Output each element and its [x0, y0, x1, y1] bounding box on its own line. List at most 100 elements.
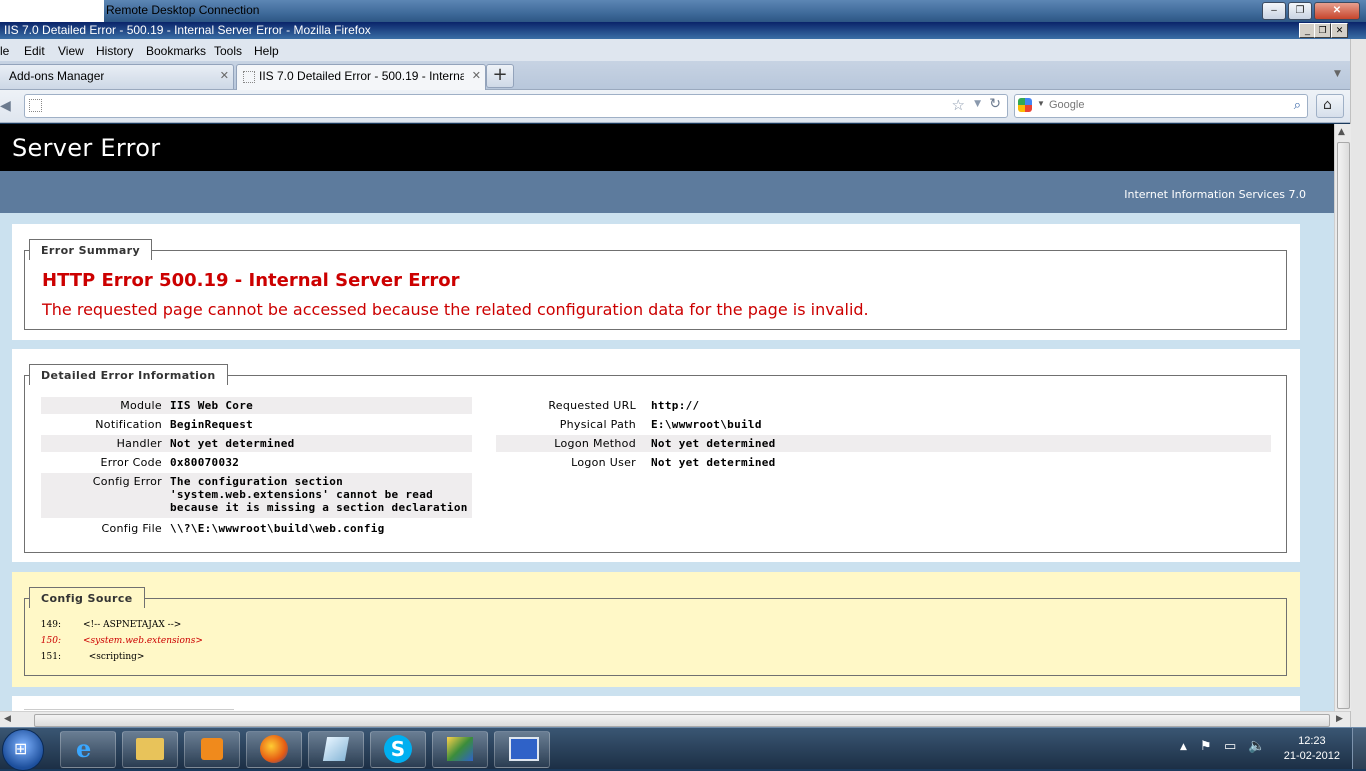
detailed-error-legend: Detailed Error Information	[29, 364, 228, 386]
menu-help[interactable]: Help	[254, 44, 279, 58]
bookmark-star-icon[interactable]: ☆	[952, 96, 965, 114]
vertical-scroll-thumb[interactable]	[1337, 142, 1350, 709]
site-identity-icon[interactable]	[29, 99, 42, 112]
volume-icon[interactable]: 🔈	[1248, 738, 1265, 754]
taskbar-skype[interactable]: S	[370, 731, 426, 768]
taskbar-network-app[interactable]	[432, 731, 488, 768]
scroll-right-icon[interactable]: ▶	[1336, 714, 1343, 724]
tab-label: IIS 7.0 Detailed Error - 500.19 - Intern…	[259, 69, 464, 83]
line-code: <system.web.extensions>	[83, 636, 203, 646]
rdp-minimize-button[interactable]: –	[1262, 2, 1286, 20]
config-source-panel: Config Source 149: <!-- ASPNETAJAX --> 1…	[12, 572, 1300, 687]
tab-close-icon[interactable]: ✕	[220, 65, 229, 87]
page-title: Server Error	[12, 134, 161, 162]
address-bar[interactable]: ☆ ▼ ↻	[24, 94, 1008, 118]
taskbar-remote-desktop[interactable]	[494, 731, 550, 768]
product-band: Internet Information Services 7.0	[0, 171, 1334, 213]
menu-file[interactable]: le	[0, 44, 9, 58]
url-history-chevron-icon[interactable]: ▼	[974, 99, 981, 109]
detail-key: Module	[120, 399, 162, 412]
server-error-header: Server Error	[0, 124, 1334, 171]
home-button[interactable]: ⌂	[1316, 94, 1344, 118]
clock-time: 12:23	[1298, 735, 1326, 747]
tab-addons-manager[interactable]: Add-ons Manager ✕	[0, 64, 234, 89]
show-desktop-button[interactable]	[1352, 728, 1366, 769]
source-line-highlighted: 150: <system.web.extensions>	[25, 636, 425, 648]
detail-key: Requested URL	[548, 399, 636, 412]
tab-iis-error[interactable]: IIS 7.0 Detailed Error - 500.19 - Intern…	[236, 64, 486, 90]
taskbar-notes[interactable]	[308, 731, 364, 768]
detail-key: Config Error	[92, 475, 162, 488]
detail-key: Error Code	[100, 456, 162, 469]
detail-value: Not yet determined	[651, 437, 776, 450]
detail-key: Config File	[101, 522, 162, 535]
detail-row-logon-user: Logon User Not yet determined	[496, 454, 1271, 471]
horizontal-scroll-thumb[interactable]	[34, 714, 1330, 727]
action-center-flag-icon[interactable]: ⚑	[1200, 739, 1212, 754]
detail-row-config-error: Config Error The configuration section '…	[41, 473, 472, 518]
rdp-hidden-region	[0, 0, 104, 22]
menu-view[interactable]: View	[58, 44, 84, 58]
page-viewport: Server Error Internet Information Servic…	[0, 124, 1334, 711]
next-panel	[12, 696, 1300, 711]
maximize-button[interactable]: ❐	[1314, 23, 1331, 38]
search-box[interactable]: ▼ Google ⌕	[1014, 94, 1308, 118]
detail-key: Logon Method	[554, 437, 636, 450]
detail-row-requested-url: Requested URL http://	[496, 397, 1271, 414]
page-icon	[243, 71, 255, 83]
menu-bookmarks[interactable]: Bookmarks	[146, 44, 206, 58]
tab-label: Add-ons Manager	[9, 69, 105, 83]
tab-close-icon[interactable]: ✕	[472, 65, 481, 87]
start-button[interactable]: ⊞	[2, 729, 44, 771]
scroll-left-icon[interactable]: ◀	[4, 714, 11, 724]
detail-value: \\?\E:\wwwroot\build\web.config	[170, 522, 385, 535]
skype-icon: S	[384, 735, 412, 763]
system-clock[interactable]: 12:23 21-02-2012	[1284, 734, 1340, 764]
taskbar-ie[interactable]: e	[60, 731, 116, 768]
tab-bar: Add-ons Manager ✕ IIS 7.0 Detailed Error…	[0, 61, 1366, 90]
detail-row-config-file: Config File \\?\E:\wwwroot\build\web.con…	[41, 520, 472, 537]
line-code: <!-- ASPNETAJAX -->	[83, 620, 182, 630]
search-icon[interactable]: ⌕	[1294, 97, 1301, 113]
search-input[interactable]: Google	[1049, 99, 1084, 111]
line-number: 151:	[40, 652, 61, 662]
error-title: HTTP Error 500.19 - Internal Server Erro…	[42, 270, 460, 291]
error-summary-panel: Error Summary HTTP Error 500.19 - Intern…	[12, 224, 1300, 340]
back-icon[interactable]: ◀	[0, 98, 11, 114]
error-summary-legend: Error Summary	[29, 239, 153, 261]
remote-desktop-icon	[509, 737, 539, 761]
close-button[interactable]: ✕	[1331, 23, 1348, 38]
taskbar-explorer[interactable]	[122, 731, 178, 768]
menu-tools[interactable]: Tools	[214, 44, 242, 58]
next-legend-edge	[24, 709, 234, 710]
detail-value: IIS Web Core	[170, 399, 254, 412]
engine-chevron-icon[interactable]: ▼	[1037, 99, 1045, 108]
taskbar-media-player[interactable]	[184, 731, 240, 768]
reload-icon[interactable]: ↻	[989, 96, 1001, 112]
horizontal-scrollbar[interactable]: ◀ ▶	[0, 711, 1350, 728]
tab-list-chevron-icon[interactable]: ▼	[1334, 69, 1341, 79]
detail-value: 0x80070032	[170, 456, 240, 469]
notes-icon	[322, 737, 350, 761]
rdp-close-button[interactable]: ✕	[1314, 2, 1360, 20]
detail-value: BeginRequest	[170, 418, 254, 431]
menu-bar: le Edit View History Bookmarks Tools Hel…	[0, 39, 1366, 61]
menu-history[interactable]: History	[96, 44, 133, 58]
show-hidden-icons-icon[interactable]: ▲	[1180, 742, 1187, 752]
rdp-restore-button[interactable]: ❐	[1288, 2, 1312, 20]
scroll-up-icon[interactable]: ▲	[1338, 127, 1345, 137]
network-icon[interactable]: ▭	[1224, 739, 1236, 754]
google-engine-icon[interactable]	[1018, 98, 1032, 112]
firefox-icon	[260, 735, 288, 763]
line-number: 150:	[40, 636, 61, 646]
menu-edit[interactable]: Edit	[24, 44, 45, 58]
detail-key: Physical Path	[559, 418, 636, 431]
detail-value: Not yet determined	[651, 456, 776, 469]
home-icon: ⌂	[1323, 97, 1332, 113]
new-tab-button[interactable]: +	[486, 64, 514, 88]
taskbar-firefox[interactable]	[246, 731, 302, 768]
vertical-scrollbar[interactable]: ▲	[1334, 124, 1351, 711]
detail-row-module: Module IIS Web Core	[41, 397, 472, 414]
remote-desktop-scrollbar[interactable]	[1350, 39, 1366, 727]
detail-value: http://	[651, 399, 700, 412]
